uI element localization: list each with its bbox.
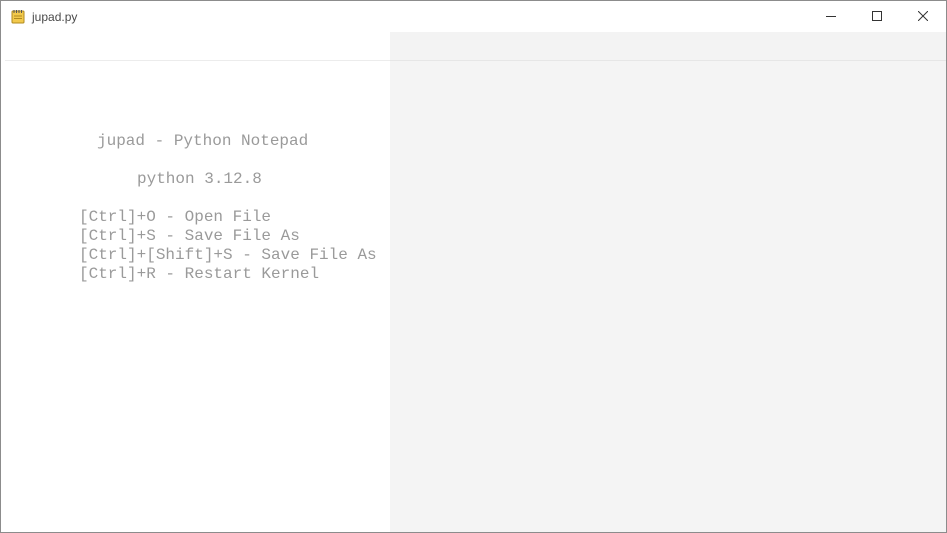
app-window: jupad.py jupad - Python Notepad python 3 <box>0 0 947 533</box>
welcome-message: jupad - Python Notepad python 3.12.8 [Ct… <box>79 132 377 284</box>
editor-pane[interactable]: jupad - Python Notepad python 3.12.8 [Ct… <box>5 32 390 532</box>
maximize-icon <box>872 8 882 26</box>
close-button[interactable] <box>900 1 946 32</box>
minimize-button[interactable] <box>808 1 854 32</box>
shortcut-save-as: [Ctrl]+[Shift]+S - Save File As <box>79 246 377 264</box>
shortcut-open: [Ctrl]+O - Open File <box>79 208 272 226</box>
title-bar[interactable]: jupad.py <box>1 1 946 32</box>
output-pane[interactable] <box>390 32 946 532</box>
shortcut-restart: [Ctrl]+R - Restart Kernel <box>79 265 320 283</box>
notepad-icon <box>11 9 25 24</box>
welcome-heading: jupad - Python Notepad <box>97 132 309 150</box>
window-title: jupad.py <box>32 10 78 24</box>
output-toolbar <box>390 32 946 61</box>
minimize-icon <box>826 8 836 26</box>
editor-toolbar <box>5 32 390 61</box>
maximize-button[interactable] <box>854 1 900 32</box>
shortcut-save: [Ctrl]+S - Save File As <box>79 227 300 245</box>
python-version: python 3.12.8 <box>137 170 262 188</box>
close-icon <box>917 8 929 26</box>
